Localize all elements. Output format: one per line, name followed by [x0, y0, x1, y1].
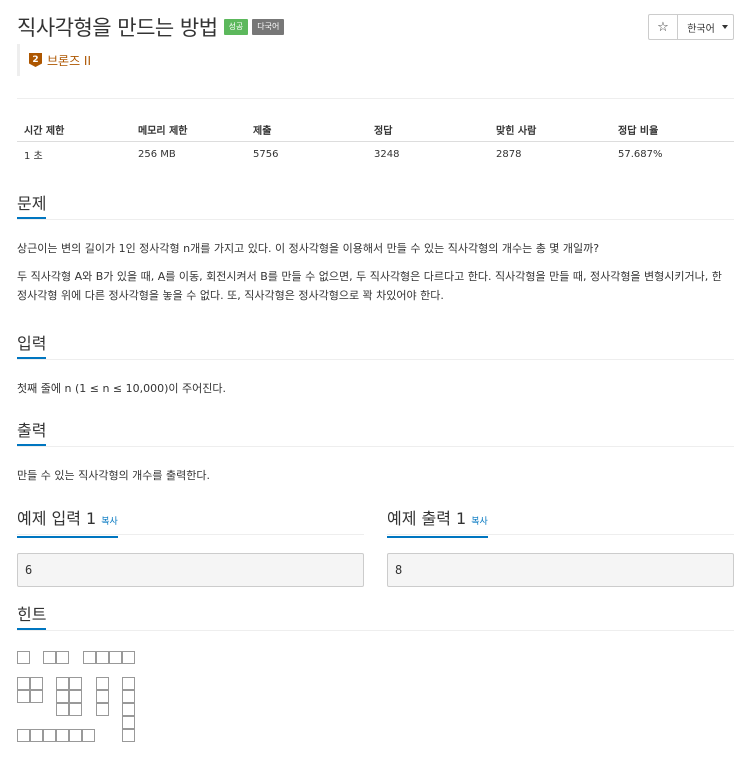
unit-square: [96, 651, 109, 664]
unit-square: [96, 703, 109, 716]
table-row: 1 초 256 MB 5756 3248 2878 57.687%: [17, 142, 734, 167]
hint-rectangles-image: [17, 651, 147, 751]
problem-stats-table: 시간 제한 메모리 제한 제출 정답 맞힌 사람 정답 비율 1 초 256 M…: [17, 117, 734, 167]
unit-square: [56, 729, 69, 742]
section-title: 예제 입력 1 복사: [17, 508, 118, 538]
sample-output-section: 예제 출력 1 복사 8: [387, 508, 734, 587]
multilang-badge: 다국어: [252, 19, 285, 35]
table-header-row: 시간 제한 메모리 제한 제출 정답 맞힌 사람 정답 비율: [17, 117, 734, 142]
unit-square: [43, 729, 56, 742]
header-memory-limit: 메모리 제한: [138, 125, 188, 137]
header-solvers: 맞힌 사람: [496, 125, 537, 137]
favorite-button[interactable]: ☆: [648, 14, 678, 40]
unit-square: [30, 677, 43, 690]
unit-square: [56, 690, 69, 703]
unit-square: [56, 677, 69, 690]
section-title: 입력: [17, 333, 47, 359]
unit-square: [83, 651, 96, 664]
header-submissions: 제출: [253, 125, 272, 137]
header-time-limit: 시간 제한: [24, 125, 65, 137]
problem-header: 직사각형을 만드는 방법 성공 다국어: [17, 12, 285, 42]
unit-square: [17, 651, 30, 664]
ratio-value: 57.687%: [618, 149, 663, 160]
unit-square: [96, 690, 109, 703]
section-header: 문제: [17, 193, 734, 220]
section-header: 출력: [17, 420, 734, 447]
page-title: 직사각형을 만드는 방법: [17, 16, 218, 40]
accepted-value[interactable]: 3248: [367, 149, 489, 160]
copy-sample-output-button[interactable]: 복사: [471, 517, 488, 527]
unit-square: [17, 677, 30, 690]
unit-square: [122, 651, 135, 664]
output-section: 출력 만들 수 있는 직사각형의 개수를 출력한다.: [17, 420, 734, 485]
unit-square: [82, 729, 95, 742]
sample-input-box[interactable]: 6: [17, 553, 364, 587]
unit-square: [69, 690, 82, 703]
problem-paragraph-1: 상근이는 변의 길이가 1인 정사각형 n개를 가지고 있다. 이 정사각형을 …: [17, 242, 600, 255]
section-title: 출력: [17, 420, 47, 446]
unit-square: [43, 651, 56, 664]
unit-square: [56, 703, 69, 716]
section-header: 힌트: [17, 604, 734, 631]
unit-square: [17, 729, 30, 742]
input-description: 첫째 줄에 n (1 ≤ n ≤ 10,000)이 주어진다.: [17, 382, 226, 395]
copy-sample-input-button[interactable]: 복사: [101, 517, 118, 527]
section-header: 예제 입력 1 복사: [17, 508, 364, 538]
header-ratio: 정답 비율: [618, 125, 659, 137]
divider: [17, 98, 734, 99]
input-section: 입력 첫째 줄에 n (1 ≤ n ≤ 10,000)이 주어진다.: [17, 333, 734, 398]
language-dropdown[interactable]: 한국어: [678, 14, 734, 40]
section-title: 예제 출력 1 복사: [387, 508, 488, 538]
unit-square: [122, 677, 135, 690]
sample-output-title: 예제 출력 1: [387, 509, 467, 528]
unit-square: [122, 703, 135, 716]
unit-square: [122, 716, 135, 729]
language-label: 한국어: [687, 23, 715, 35]
header-accepted: 정답: [374, 125, 393, 137]
unit-square: [69, 729, 82, 742]
section-header: 예제 출력 1 복사: [387, 508, 734, 538]
unit-square: [30, 690, 43, 703]
submissions-value[interactable]: 5756: [246, 149, 367, 160]
problem-section: 문제 상근이는 변의 길이가 1인 정사각형 n개를 가지고 있다. 이 정사각…: [17, 193, 734, 305]
unit-square: [56, 651, 69, 664]
caret-down-icon: [721, 25, 728, 29]
hint-section: 힌트: [17, 604, 734, 631]
time-limit-value: 1 초: [24, 151, 43, 162]
tier-info: 2 브론즈 II: [17, 44, 91, 76]
unit-square: [69, 677, 82, 690]
unit-square: [122, 729, 135, 742]
sample-input-section: 예제 입력 1 복사 6: [17, 508, 364, 587]
unit-square: [30, 729, 43, 742]
unit-square: [69, 703, 82, 716]
section-title: 문제: [17, 193, 47, 219]
unit-square: [96, 677, 109, 690]
unit-square: [17, 690, 30, 703]
unit-square: [122, 690, 135, 703]
star-outline-icon: ☆: [657, 19, 669, 35]
section-title: 힌트: [17, 604, 47, 630]
problem-paragraph-2: 두 직사각형 A와 B가 있을 때, A를 이동, 회전시켜서 B를 만들 수 …: [17, 270, 722, 302]
sample-output-box[interactable]: 8: [387, 553, 734, 587]
solvers-value[interactable]: 2878: [489, 149, 611, 160]
tier-link[interactable]: 브론즈 II: [47, 52, 91, 69]
output-description: 만들 수 있는 직사각형의 개수를 출력한다.: [17, 469, 211, 482]
section-header: 입력: [17, 333, 734, 360]
success-badge: 성공: [223, 19, 249, 35]
sample-input-title: 예제 입력 1: [17, 509, 97, 528]
top-actions: ☆ 한국어: [648, 14, 734, 40]
memory-limit-value: 256 MB: [138, 149, 176, 160]
unit-square: [109, 651, 122, 664]
bronze-tier-icon: 2: [29, 53, 42, 67]
